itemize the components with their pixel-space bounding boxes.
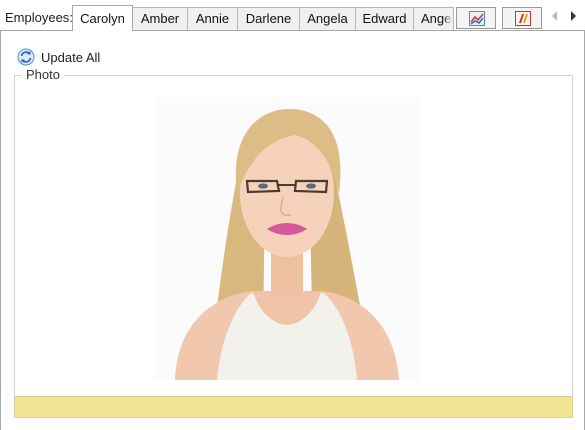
tab-label: Carolyn [80, 11, 125, 26]
scroll-left-icon [552, 11, 557, 21]
employee-panel: Update All Photo [0, 30, 585, 430]
scroll-right-button[interactable] [566, 8, 580, 24]
tab-annie[interactable]: Annie [187, 7, 238, 30]
status-bar [14, 396, 573, 418]
tab-label: Darlene [245, 11, 292, 26]
employee-photo [155, 97, 419, 380]
update-all-label: Update All [41, 49, 101, 65]
report-button[interactable] [502, 7, 542, 29]
report-icon [515, 11, 531, 26]
scroll-left-button[interactable] [548, 8, 562, 24]
employee-tabstrip: Employees: Carolyn Amber Annie Darlene A… [0, 0, 585, 31]
tab-label: Angela [307, 11, 348, 26]
tab-label: Ange [421, 11, 452, 26]
tab-edward[interactable]: Edward [355, 7, 414, 30]
tab-angela[interactable]: Angela [299, 7, 356, 30]
update-all-button[interactable]: Update All [17, 47, 100, 67]
employees-label: Employees: [5, 10, 73, 25]
chart-button[interactable] [456, 7, 496, 29]
photo-group-label: Photo [22, 68, 64, 82]
scroll-right-icon [571, 11, 576, 21]
tab-darlene[interactable]: Darlene [237, 7, 300, 30]
tab-label: Amber [140, 11, 180, 26]
refresh-icon [17, 48, 35, 66]
tab-carolyn[interactable]: Carolyn [72, 5, 133, 31]
tab-label: Edward [362, 11, 407, 26]
chart-icon [469, 11, 485, 26]
photo-group: Photo [14, 68, 573, 418]
tab-amber[interactable]: Amber [132, 7, 188, 30]
tab-label: Annie [195, 11, 230, 26]
tab-angelina-truncated[interactable]: Ange [413, 7, 454, 30]
